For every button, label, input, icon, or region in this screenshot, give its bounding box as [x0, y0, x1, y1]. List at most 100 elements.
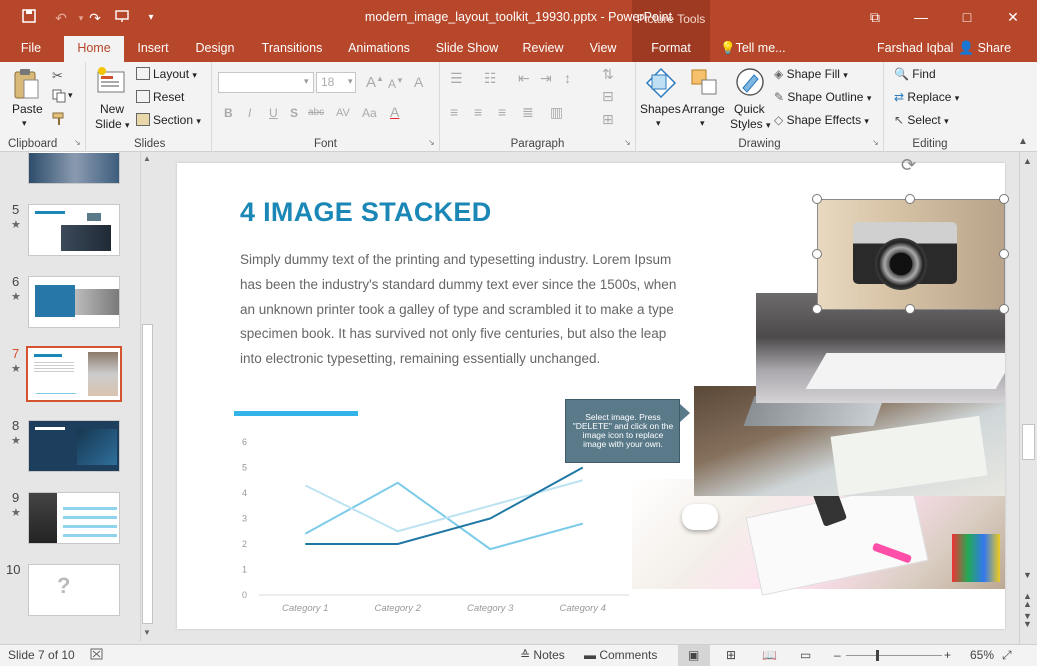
paste-button[interactable]: Paste — [12, 102, 43, 116]
font-size-dropdown-icon[interactable]: ▾ — [348, 76, 353, 87]
selection-handle[interactable] — [812, 249, 822, 259]
font-name-dropdown-icon[interactable]: ▾ — [304, 76, 309, 87]
selection-handle[interactable] — [999, 304, 1009, 314]
instruction-callout[interactable]: Select image. Press "DELETE" and click o… — [565, 399, 680, 463]
tab-slide-show[interactable]: Slide Show — [432, 36, 502, 62]
tab-view[interactable]: View — [583, 36, 623, 62]
slide-show-view-icon[interactable]: ▭ — [800, 648, 811, 662]
previous-slide-icon[interactable]: ▲ ▲ — [1023, 592, 1032, 609]
font-launcher-icon[interactable]: ↘ — [428, 138, 435, 147]
user-name[interactable]: Farshad Iqbal — [877, 36, 953, 62]
shrink-font-button[interactable]: A▼ — [388, 76, 404, 91]
selection-handle[interactable] — [905, 194, 915, 204]
scroll-down-icon[interactable]: ▼ — [1023, 570, 1032, 580]
replace-button[interactable]: ⇄ Replace ▾ — [894, 90, 959, 104]
zoom-in-button[interactable]: + — [944, 648, 951, 662]
paste-dropdown-icon[interactable]: ▾ — [22, 118, 27, 129]
fit-to-window-icon[interactable]: ⤢ — [1002, 648, 1012, 663]
slide-thumbnail-9[interactable] — [28, 492, 120, 544]
new-slide-icon[interactable] — [96, 66, 126, 103]
tab-home[interactable]: Home — [64, 36, 124, 62]
reading-view-icon[interactable]: 📖 — [762, 648, 777, 662]
text-direction-icon[interactable]: ⇅ — [602, 66, 614, 83]
new-slide-button[interactable]: Slide ▾ — [95, 117, 130, 131]
slide-body-text[interactable]: Simply dummy text of the printing and ty… — [240, 248, 680, 372]
section-button[interactable]: Section ▾ — [136, 113, 201, 127]
clipboard-launcher-icon[interactable]: ↘ — [74, 138, 81, 147]
spelling-check-icon[interactable] — [90, 648, 104, 664]
slide-sorter-view-icon[interactable]: ⊞ — [726, 648, 736, 662]
scroll-up-icon[interactable]: ▲ — [1023, 156, 1032, 166]
slide-thumbnail-4[interactable] — [28, 152, 120, 184]
slide-thumbnail-10[interactable]: ? — [28, 564, 120, 616]
align-left-icon[interactable]: ≡ — [450, 104, 458, 120]
tab-design[interactable]: Design — [190, 36, 240, 62]
underline-button[interactable]: U — [269, 106, 278, 120]
strikethrough-button[interactable]: abc — [308, 107, 324, 118]
character-spacing-button[interactable]: AV — [336, 107, 350, 119]
bullets-icon[interactable]: ☰ — [450, 70, 463, 87]
align-text-icon[interactable]: ⊟ — [602, 88, 614, 105]
slide-thumbnail-6[interactable] — [28, 276, 120, 328]
quick-styles-button[interactable]: Styles ▾ — [730, 117, 771, 131]
ribbon-display-options-icon[interactable]: ⧉ — [858, 6, 892, 28]
shape-effects-button[interactable]: ◇ Shape Effects ▾ — [774, 113, 869, 127]
justify-icon[interactable]: ≣ — [522, 104, 534, 121]
quick-styles-icon[interactable] — [734, 66, 768, 103]
tab-file[interactable]: File — [10, 36, 52, 62]
arrange-button[interactable]: Arrange — [682, 102, 725, 116]
tab-format[interactable]: Format — [632, 36, 710, 62]
selection-handle[interactable] — [812, 194, 822, 204]
drawing-launcher-icon[interactable]: ↘ — [872, 138, 879, 147]
comments-button[interactable]: ▬ Comments — [584, 648, 657, 662]
collapse-ribbon-icon[interactable]: ▲ — [1018, 136, 1028, 147]
copy-dropdown-icon[interactable]: ▾ — [68, 90, 73, 101]
zoom-out-button[interactable]: – — [834, 648, 841, 662]
tab-review[interactable]: Review — [518, 36, 568, 62]
zoom-level[interactable]: 65% — [970, 648, 994, 662]
shape-fill-button[interactable]: ◈ Shape Fill ▾ — [774, 67, 848, 81]
scroll-up-icon[interactable]: ▲ — [143, 154, 151, 163]
bold-button[interactable]: B — [224, 106, 233, 120]
clear-formatting-button[interactable]: A — [414, 74, 423, 90]
select-button[interactable]: ↖ Select ▾ — [894, 113, 949, 127]
arrange-dropdown-icon[interactable]: ▾ — [700, 118, 705, 129]
tab-animations[interactable]: Animations — [343, 36, 415, 62]
decrease-indent-icon[interactable]: ⇤ — [518, 70, 530, 87]
smartart-icon[interactable]: ⊞ — [602, 111, 614, 128]
format-painter-icon[interactable] — [52, 112, 66, 129]
redo-icon[interactable]: ↷ — [84, 8, 106, 28]
font-name-input[interactable] — [218, 72, 314, 93]
next-slide-icon[interactable]: ▼ ▼ — [1023, 612, 1032, 629]
font-color-icon[interactable]: A — [390, 104, 399, 120]
minimize-button[interactable]: — — [904, 6, 938, 28]
selection-handle[interactable] — [905, 304, 915, 314]
italic-button[interactable]: I — [248, 106, 251, 120]
start-slideshow-icon[interactable] — [112, 8, 134, 28]
new-slide-label-1[interactable]: New — [100, 102, 124, 116]
align-center-icon[interactable]: ≡ — [474, 104, 482, 120]
copy-icon[interactable] — [52, 89, 66, 106]
quick-styles-label-1[interactable]: Quick — [734, 102, 765, 116]
slide-thumbnails-pane[interactable]: 5 ★ 6 ★ 7 ★ 8 ★ 9 ★ 10 ? — [0, 152, 156, 644]
tab-transitions[interactable]: Transitions — [254, 36, 330, 62]
paste-icon[interactable] — [12, 68, 40, 105]
close-button[interactable]: ✕ — [996, 6, 1030, 28]
cut-icon[interactable]: ✂ — [52, 68, 63, 84]
change-case-button[interactable]: Aa — [362, 106, 377, 120]
rotate-handle-icon[interactable]: ⟳ — [901, 155, 916, 176]
canvas-vertical-scrollbar[interactable]: ▲ ▼ ▲ ▲ ▼ ▼ — [1019, 152, 1037, 644]
series-line-2[interactable] — [304, 479, 584, 533]
undo-icon[interactable]: ↶ — [50, 8, 72, 28]
tell-me-box[interactable]: 💡Tell me... — [720, 36, 796, 62]
increase-indent-icon[interactable]: ⇥ — [540, 70, 552, 87]
align-right-icon[interactable]: ≡ — [498, 104, 506, 120]
reset-button[interactable]: Reset — [136, 90, 184, 104]
scroll-down-icon[interactable]: ▼ — [143, 628, 151, 637]
thumbnails-scrollbar[interactable]: ▲ ▼ — [140, 152, 154, 642]
normal-view-button[interactable]: ▣ — [678, 645, 710, 666]
shapes-button[interactable]: Shapes — [640, 102, 681, 116]
slide-thumbnail-7-selected[interactable] — [26, 346, 122, 402]
tab-insert[interactable]: Insert — [130, 36, 176, 62]
share-button[interactable]: 👤 Share — [957, 36, 1017, 60]
